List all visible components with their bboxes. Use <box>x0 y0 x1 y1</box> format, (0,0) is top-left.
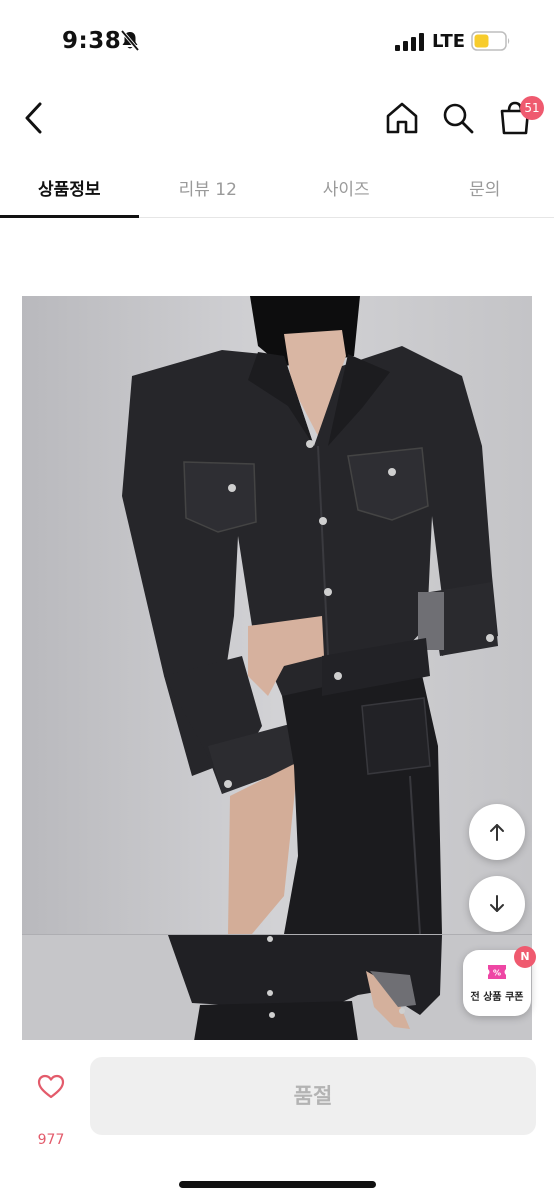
home-icon[interactable] <box>384 100 420 136</box>
navigation-bar: 51 <box>0 84 554 154</box>
product-photo-illustration <box>22 296 532 934</box>
network-label: LTE <box>432 31 466 52</box>
status-bar: 9:38 LTE <box>0 0 554 84</box>
tab-size[interactable]: 사이즈 <box>277 158 416 217</box>
back-chevron-icon[interactable] <box>18 100 52 136</box>
battery-icon <box>471 31 510 51</box>
signal-bars-icon <box>395 33 424 51</box>
scroll-up-button[interactable] <box>469 804 525 860</box>
coupon-label: 전 상품 쿠폰 <box>470 992 524 1003</box>
purchase-bar: 977 품절 <box>0 1042 554 1200</box>
arrow-down-icon <box>490 895 504 912</box>
search-icon[interactable] <box>440 100 476 136</box>
heart-icon <box>37 1074 65 1099</box>
tab-inquiry[interactable]: 문의 <box>416 158 554 217</box>
product-photo-2 <box>22 934 532 1040</box>
soldout-button[interactable]: 품절 <box>90 1057 536 1135</box>
product-photo-2-illustration <box>22 935 532 1040</box>
status-time: 9:38 <box>62 28 122 54</box>
bell-slash-icon <box>120 30 140 52</box>
cart-count-badge: 51 <box>520 96 544 120</box>
arrow-up-icon <box>490 824 504 841</box>
product-photo <box>22 296 532 934</box>
home-indicator[interactable] <box>179 1181 376 1188</box>
scroll-down-button[interactable] <box>469 876 525 932</box>
product-tabs: 상품정보 리뷰 12 사이즈 문의 <box>0 158 554 218</box>
like-button[interactable]: 977 <box>28 1070 74 1148</box>
ticket-icon: % <box>488 965 506 979</box>
svg-text:%: % <box>493 969 501 978</box>
like-count: 977 <box>37 1132 65 1148</box>
tab-reviews[interactable]: 리뷰 12 <box>139 158 278 217</box>
coupon-new-badge: N <box>514 946 536 968</box>
tab-product-info[interactable]: 상품정보 <box>0 158 139 218</box>
